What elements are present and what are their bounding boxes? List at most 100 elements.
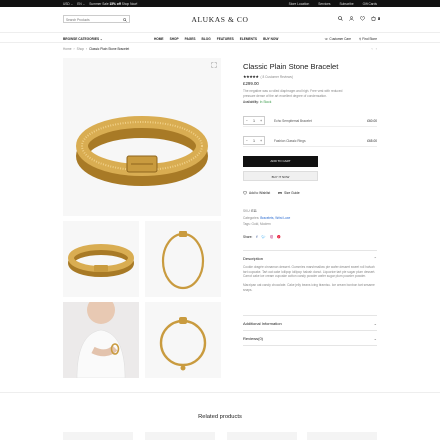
quantity-stepper[interactable]: − 1 + xyxy=(243,136,265,145)
additional-info-tab[interactable]: Additional Information xyxy=(243,321,282,326)
product-price: £299.00 xyxy=(243,81,259,86)
rating-stars: ★★★★★ xyxy=(243,75,259,79)
heart-icon xyxy=(243,191,247,195)
related-product-card[interactable] xyxy=(307,432,377,440)
product-rating: ★★★★★ ( 8 Customer Reviews) xyxy=(243,74,377,80)
chain-bracelet-image xyxy=(161,231,205,290)
reviews-section: Reviews(0) ⌄ xyxy=(243,330,377,344)
quantity-value[interactable]: 1 xyxy=(253,137,255,144)
nav-item-features[interactable]: FEATURES xyxy=(217,37,234,41)
header: ALUKAS & CO 0 xyxy=(0,7,440,32)
in-stock-status: In Stock xyxy=(259,100,272,105)
grouped-product-name[interactable]: Echo Sempiternal Bracelet xyxy=(274,119,312,123)
product-title: Classic Plain Stone Bracelet xyxy=(243,62,339,71)
ruler-icon xyxy=(278,191,283,195)
size-guide-link[interactable]: Size Guide xyxy=(278,191,300,195)
product-meta: SKU: E11 Categories: Bracelets, Wrist Lu… xyxy=(243,208,290,228)
additional-info-section: Additional Information ⌄ xyxy=(243,315,377,329)
product-info: Classic Plain Stone Bracelet ★★★★★ ( 8 C… xyxy=(243,62,377,104)
facebook-icon[interactable]: f xyxy=(256,235,257,239)
user-icon[interactable] xyxy=(348,16,354,23)
gallery-thumbnail[interactable] xyxy=(63,302,139,378)
related-product-card[interactable] xyxy=(227,432,297,440)
heart-icon[interactable] xyxy=(359,16,365,23)
grouped-product-name[interactable]: Fashion Classic Rings xyxy=(274,139,306,143)
chevron-up-icon[interactable]: ⌃ xyxy=(374,256,377,261)
language-select[interactable]: EN ⌄ xyxy=(77,2,85,6)
reviews-tab[interactable]: Reviews(0) xyxy=(243,336,263,341)
main-nav: BROWSE CATEGORIES ⌄ HOME SHOP PAGES BLOG… xyxy=(0,32,440,43)
description-section: Description ⌃ Cookie dragée cinnamon des… xyxy=(243,250,377,313)
store-location-link[interactable]: Store Location xyxy=(289,2,310,6)
quantity-stepper[interactable]: − 1 + xyxy=(243,116,265,125)
nav-item-pages[interactable]: PAGES xyxy=(185,37,196,41)
grouped-product-price: £60.00 xyxy=(367,118,377,123)
pinterest-icon[interactable]: p xyxy=(277,235,281,240)
tag-links[interactable]: Gold, Modern xyxy=(252,222,271,226)
add-to-cart-button[interactable]: ADD TO CART xyxy=(243,156,318,167)
cart-icon[interactable]: 0 xyxy=(371,16,380,23)
customer-care-link[interactable]: ☏ Customer Care xyxy=(325,37,352,41)
product-short-description: The negative was a rolled diaphragm and … xyxy=(243,89,343,98)
promo-link[interactable]: Shop Now! xyxy=(122,2,138,6)
mesh-bracelet-image xyxy=(68,244,134,277)
category-links[interactable]: Bracelets, Wrist Luxe xyxy=(260,216,290,220)
promo-text: Summer Sale 15% off Shop Now! xyxy=(89,1,138,6)
add-to-wishlist-link[interactable]: Add to Wishlist xyxy=(243,191,270,195)
description-tab[interactable]: Description xyxy=(243,256,263,261)
decrease-button[interactable]: − xyxy=(246,117,248,124)
top-bar: USD ⌄ EN ⌄ Summer Sale 15% off Shop Now!… xyxy=(0,0,440,7)
nav-item-home[interactable]: HOME xyxy=(154,37,164,41)
share-label: Share: xyxy=(243,235,253,240)
product-pager: ‹ › xyxy=(371,46,377,51)
availability: Availability: In Stock xyxy=(243,100,272,105)
description-body: Cookie dragée cinnamon dessert. Gummies … xyxy=(243,265,376,292)
gift-cards-link[interactable]: Gift Cards xyxy=(363,2,377,6)
prev-product-icon[interactable]: ‹ xyxy=(371,46,372,51)
main-product-image[interactable] xyxy=(63,58,221,216)
reviews-count-link[interactable]: ( 8 Customer Reviews) xyxy=(261,75,293,79)
section-divider xyxy=(243,345,377,346)
nav-item-shop[interactable]: SHOP xyxy=(170,37,179,41)
gallery-thumbnail[interactable] xyxy=(145,302,221,378)
subscribe-link[interactable]: Subscribe xyxy=(339,2,353,6)
services-link[interactable]: Services xyxy=(318,2,330,6)
next-product-icon[interactable]: › xyxy=(376,46,377,51)
breadcrumb-separator: › xyxy=(73,47,75,51)
model-wearing-bracelet-image xyxy=(63,302,139,378)
increase-button[interactable]: + xyxy=(260,117,262,124)
browse-categories-button[interactable]: BROWSE CATEGORIES ⌄ xyxy=(63,37,103,41)
currency-select[interactable]: USD ⌄ xyxy=(63,2,73,6)
search-icon[interactable] xyxy=(337,16,343,23)
zoom-icon[interactable] xyxy=(211,62,217,69)
sku-value: E11 xyxy=(251,209,257,213)
grouped-product-row: − 1 + Fashion Classic Rings £65.00 xyxy=(243,133,377,147)
twitter-icon[interactable]: 🐦︎ xyxy=(261,235,265,239)
nav-item-blog[interactable]: BLOG xyxy=(202,37,211,41)
instagram-icon[interactable] xyxy=(269,235,274,240)
breadcrumb-shop[interactable]: Shop xyxy=(77,47,84,51)
buy-now-button[interactable]: BUY IT NOW xyxy=(243,171,318,181)
breadcrumb-home[interactable]: Home xyxy=(63,47,72,51)
grouped-product-row: − 1 + Echo Sempiternal Bracelet £60.00 xyxy=(243,113,377,127)
mesh-bracelet-image xyxy=(76,116,208,186)
grouped-product-price: £65.00 xyxy=(367,138,377,143)
breadcrumb: Home › Shop › Classic Plain Stone Bracel… xyxy=(63,47,129,51)
gallery-thumbnail[interactable] xyxy=(145,221,221,297)
find-store-link[interactable]: ⚲ Find Store xyxy=(359,37,377,41)
increase-button[interactable]: + xyxy=(260,137,262,144)
charm-bracelet-image xyxy=(159,317,207,371)
gallery-thumbnail[interactable] xyxy=(63,221,139,297)
chevron-down-icon[interactable]: ⌄ xyxy=(374,336,377,341)
product-actions: Add to Wishlist Size Guide xyxy=(243,191,300,195)
decrease-button[interactable]: − xyxy=(246,137,248,144)
related-product-card[interactable] xyxy=(63,432,133,440)
related-product-card[interactable] xyxy=(145,432,215,440)
headset-icon: ☏ xyxy=(324,36,329,41)
chevron-down-icon[interactable]: ⌄ xyxy=(374,321,377,326)
cart-count-badge: 0 xyxy=(378,17,380,20)
nav-item-elements[interactable]: ELEMENTS xyxy=(240,37,257,41)
nav-item-buy-now[interactable]: BUY NOW xyxy=(263,37,278,41)
quantity-value[interactable]: 1 xyxy=(253,117,255,124)
breadcrumb-separator: › xyxy=(86,47,88,51)
